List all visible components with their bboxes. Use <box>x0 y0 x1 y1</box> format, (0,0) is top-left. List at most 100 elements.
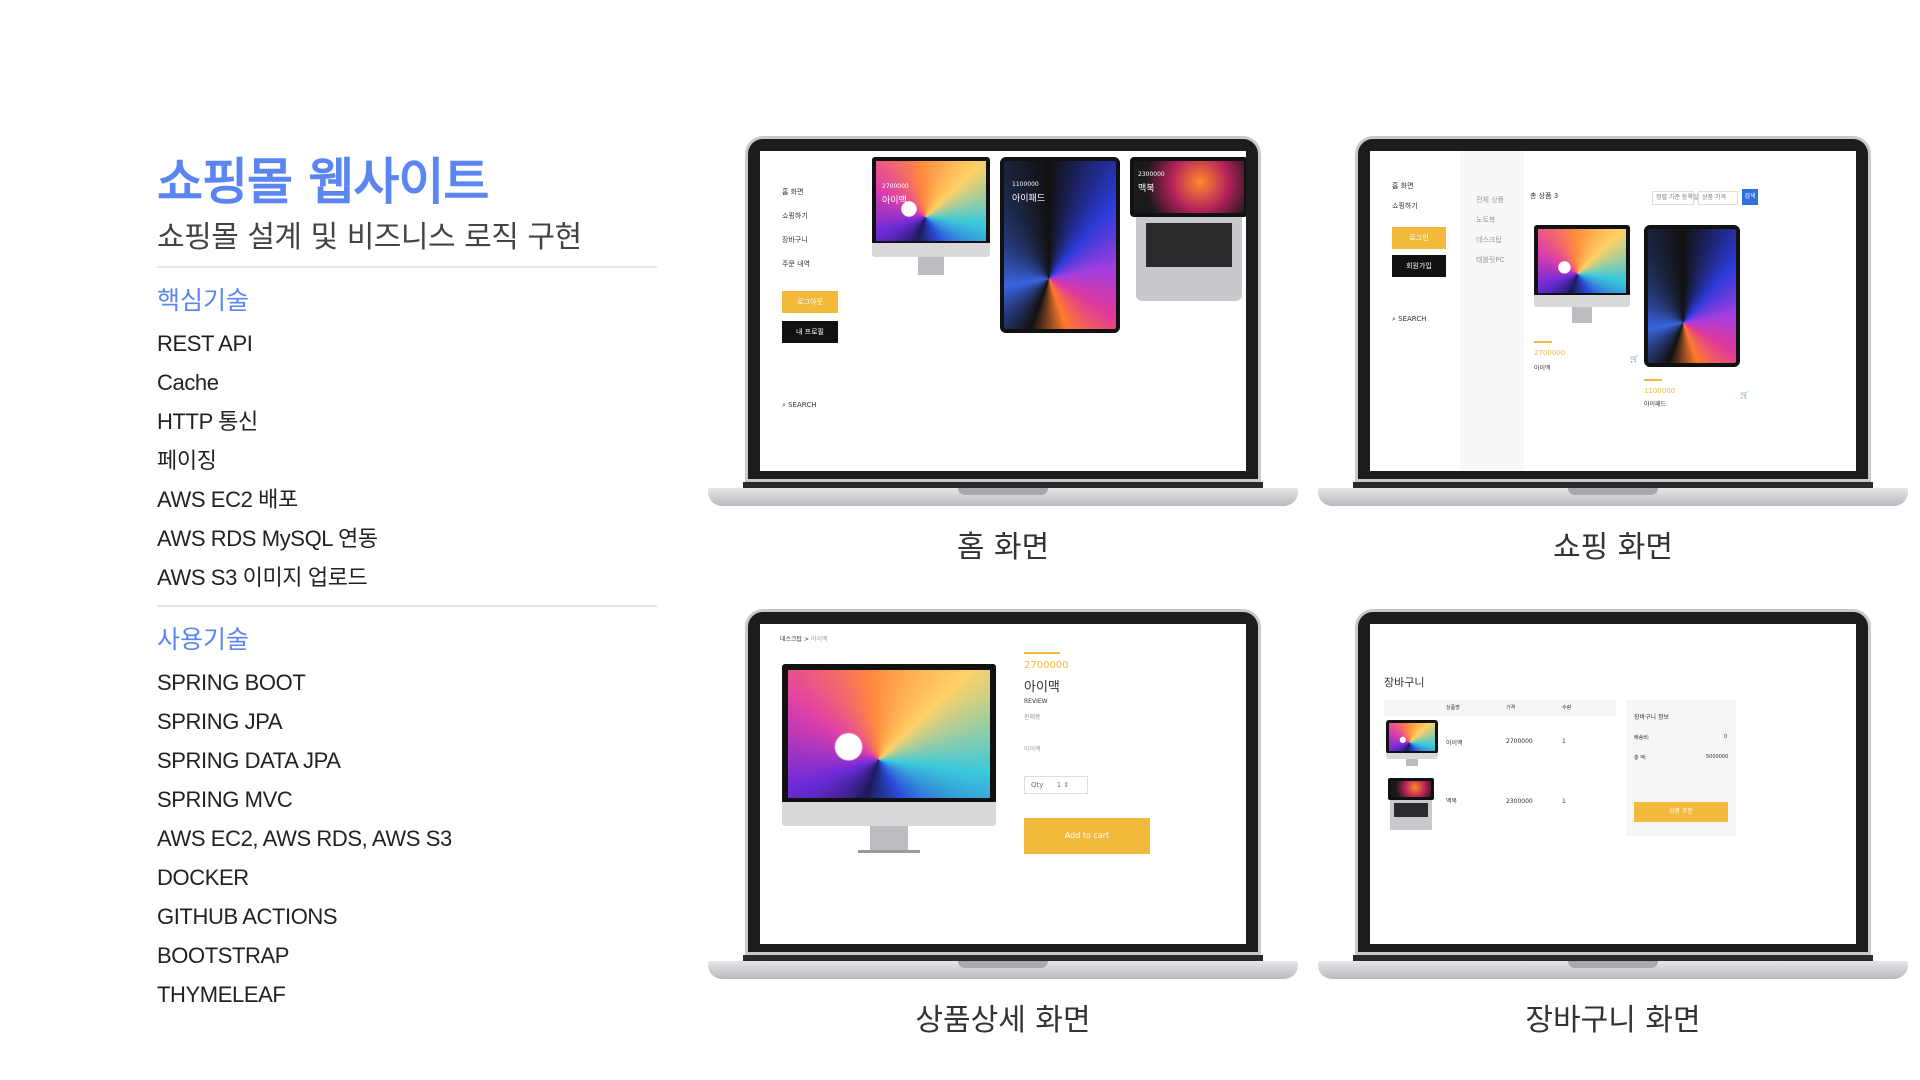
category-laptop[interactable]: 노트북 <box>1476 215 1495 225</box>
row-price: 2700000 <box>1506 738 1533 745</box>
add-to-cart-button[interactable]: Add to cart <box>1024 818 1150 854</box>
imac-stand <box>870 826 908 852</box>
review-label[interactable]: REVIEW <box>1024 698 1048 705</box>
used-tech-item: GITHUB ACTIONS <box>157 904 338 929</box>
used-tech-item: BOOTSTRAP <box>157 943 290 968</box>
core-tech-item: Cache <box>157 370 219 395</box>
laptop-lid: 홈 화면 쇼핑하기 장바구니 주문 내역 로그아웃 내 프로필 ⌕ SEARCH… <box>745 136 1261 482</box>
table-row[interactable]: 맥북 2300000 1 <box>1384 778 1616 834</box>
core-tech-item: AWS EC2 배포 <box>157 487 298 512</box>
category-sidebar: 전체 상품 노트북 데스크탑 태블릿PC <box>1460 151 1524 471</box>
price-accent <box>1534 341 1552 343</box>
core-tech-item: HTTP 통신 <box>157 409 258 434</box>
product-name: 아이맥 <box>1024 680 1060 695</box>
info-title: 장바구니 정보 <box>1634 714 1670 721</box>
nav-shop[interactable]: 쇼핑하기 <box>782 211 808 221</box>
row-qty: 1 <box>1562 798 1566 805</box>
home-screen: 홈 화면 쇼핑하기 장바구니 주문 내역 로그아웃 내 프로필 ⌕ SEARCH… <box>760 151 1246 471</box>
item-name: 아이패드 <box>1644 401 1667 408</box>
row-thumb-imac <box>1386 720 1438 766</box>
shop-item-ipad[interactable] <box>1644 225 1740 367</box>
signup-button[interactable]: 회원가입 <box>1392 255 1446 277</box>
sort-select[interactable]: 정렬 기준 등록일 <box>1652 191 1698 205</box>
imac-stand <box>1572 307 1592 323</box>
product-count: 총 상품 3 <box>1530 192 1559 200</box>
profile-button[interactable]: 내 프로필 <box>782 321 838 343</box>
review-sub: 판매중 <box>1024 714 1041 721</box>
total-value: 5000000 <box>1706 754 1729 760</box>
tile-name: 아이패드 <box>1012 194 1046 204</box>
category-desktop[interactable]: 데스크탑 <box>1476 235 1502 245</box>
cart-icon[interactable]: 🛒 <box>1630 355 1639 363</box>
qty-stepper[interactable]: Qty 1 ⇕ <box>1024 776 1088 794</box>
header-price: 가격 <box>1506 705 1516 711</box>
order-button[interactable]: 상품 주문 <box>1634 802 1728 822</box>
breadcrumb-item[interactable]: 데스크탑 <box>780 636 802 643</box>
laptop-lid: 장바구니 상품명 가격 수량 아이맥 2700000 1 맥북 2300000 … <box>1355 609 1871 955</box>
imac-chin <box>1534 295 1630 307</box>
logout-button[interactable]: 로그아웃 <box>782 291 838 313</box>
qty-value: 1 <box>1056 781 1062 789</box>
home-tile-imac[interactable]: 2700000 아이맥 <box>872 157 990 287</box>
nav-home[interactable]: 홈 화면 <box>1392 181 1414 191</box>
cart-info-panel: 장바구니 정보 배송비: 0 총 액: 5000000 상품 주문 <box>1626 700 1736 836</box>
caption-home: 홈 화면 <box>956 530 1050 565</box>
laptop-cart: 장바구니 상품명 가격 수량 아이맥 2700000 1 맥북 2300000 … <box>1318 609 1908 1041</box>
imac-stand <box>1406 759 1418 766</box>
cart-table-header: 상품명 가격 수량 <box>1384 700 1616 716</box>
row-price: 2300000 <box>1506 798 1533 805</box>
used-tech-heading: 사용기술 <box>157 625 250 654</box>
tile-price: 1100000 <box>1012 181 1039 188</box>
item-name: 아이맥 <box>1534 365 1551 372</box>
login-button[interactable]: 로그인 <box>1392 227 1446 249</box>
header-name: 상품명 <box>1446 705 1460 711</box>
laptop-lid: 데스크탑 > 아이맥 2700000 아이맥 REVIEW 판매중 아이맥 Qt… <box>745 609 1261 955</box>
row-thumb-macbook <box>1388 778 1434 832</box>
home-tile-macbook[interactable]: 2300000 맥북 <box>1130 157 1246 303</box>
laptop-base <box>1318 488 1908 506</box>
imac-chin <box>782 802 996 826</box>
used-tech-item: SPRING MVC <box>157 787 293 812</box>
divider <box>157 605 657 607</box>
laptop-home: 홈 화면 쇼핑하기 장바구니 주문 내역 로그아웃 내 프로필 ⌕ SEARCH… <box>708 136 1298 568</box>
page-title: 쇼핑몰 웹사이트 <box>157 153 489 211</box>
core-tech-list: REST API Cache HTTP 통신 페이징 AWS EC2 배포 AW… <box>157 324 657 597</box>
shop-screen: 홈 화면 쇼핑하기 로그인 회원가입 ⌕ SEARCH 전체 상품 노트북 데스… <box>1370 151 1856 471</box>
shipping-label: 배송비: <box>1634 735 1650 741</box>
detail-screen: 데스크탑 > 아이맥 2700000 아이맥 REVIEW 판매중 아이맥 Qt… <box>760 624 1246 944</box>
header-qty: 수량 <box>1562 705 1572 711</box>
item-price: 2700000 <box>1534 349 1566 357</box>
search-label: SEARCH <box>788 401 817 409</box>
caption-detail: 상품상세 화면 <box>915 1003 1091 1038</box>
row-name: 맥북 <box>1446 798 1458 805</box>
row-name: 아이맥 <box>1446 740 1463 747</box>
macbook-keys <box>1394 803 1428 817</box>
nav-home[interactable]: 홈 화면 <box>782 187 804 197</box>
used-tech-item: SPRING JPA <box>157 709 283 734</box>
search-link[interactable]: ⌕ SEARCH <box>1392 315 1426 324</box>
home-tile-ipad[interactable]: 1100000 아이패드 <box>1000 157 1120 333</box>
price-select[interactable]: 상품 가격 <box>1698 191 1738 205</box>
used-tech-item: DOCKER <box>157 865 249 890</box>
stepper-arrows-icon[interactable]: ⇕ <box>1063 781 1069 789</box>
sort-label: 정렬 기준 <box>1656 194 1680 201</box>
category-tablet[interactable]: 태블릿PC <box>1476 255 1504 265</box>
search-link[interactable]: ⌕ SEARCH <box>782 401 816 410</box>
price-accent <box>1644 379 1662 381</box>
used-tech-item: SPRING BOOT <box>157 670 306 695</box>
table-row[interactable]: 아이맥 2700000 1 <box>1384 720 1616 770</box>
tile-price: 2700000 <box>882 183 909 190</box>
laptop-base <box>708 488 1298 506</box>
shop-item-imac[interactable] <box>1534 225 1630 333</box>
macbook-keys <box>1146 223 1232 267</box>
shipping-value: 0 <box>1724 734 1728 740</box>
breadcrumb-item: 아이맥 <box>810 636 828 643</box>
search-button[interactable]: 검색 <box>1742 189 1758 205</box>
nav-orders[interactable]: 주문 내역 <box>782 259 810 269</box>
nav-cart[interactable]: 장바구니 <box>782 235 808 245</box>
nav-shop[interactable]: 쇼핑하기 <box>1392 201 1418 211</box>
category-all[interactable]: 전체 상품 <box>1476 195 1504 205</box>
sort-value: 등록일 <box>1681 194 1699 201</box>
product-price: 2700000 <box>1024 660 1069 671</box>
cart-icon[interactable]: 🛒 <box>1740 391 1749 399</box>
